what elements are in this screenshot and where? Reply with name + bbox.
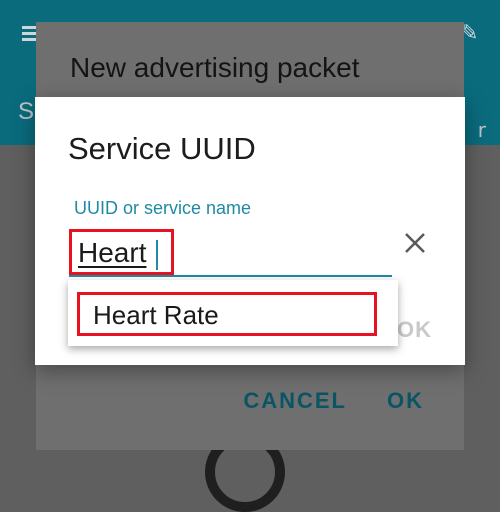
suggestion-label: Heart Rate <box>93 300 219 330</box>
dialog-title: Service UUID <box>68 131 256 166</box>
ok-button[interactable]: OK <box>397 317 432 343</box>
uuid-input[interactable]: Heart <box>69 229 174 275</box>
close-icon[interactable] <box>401 229 429 257</box>
tab-label: S <box>18 98 35 125</box>
uuid-input-value[interactable]: Heart <box>78 237 146 269</box>
suggestion-dropdown: Heart Rate <box>68 280 398 346</box>
text-caret <box>156 240 158 270</box>
suggestion-item-heart-rate[interactable]: Heart Rate <box>77 292 377 336</box>
background-text: r <box>477 118 486 142</box>
ok-button[interactable]: OK <box>387 388 424 414</box>
dialog-actions: CANCEL OK <box>243 388 424 414</box>
uuid-field-label: UUID or service name <box>74 198 252 218</box>
input-underline <box>69 275 392 277</box>
cancel-button[interactable]: CANCEL <box>243 388 347 414</box>
dialog-title: New advertising packet <box>70 52 360 83</box>
